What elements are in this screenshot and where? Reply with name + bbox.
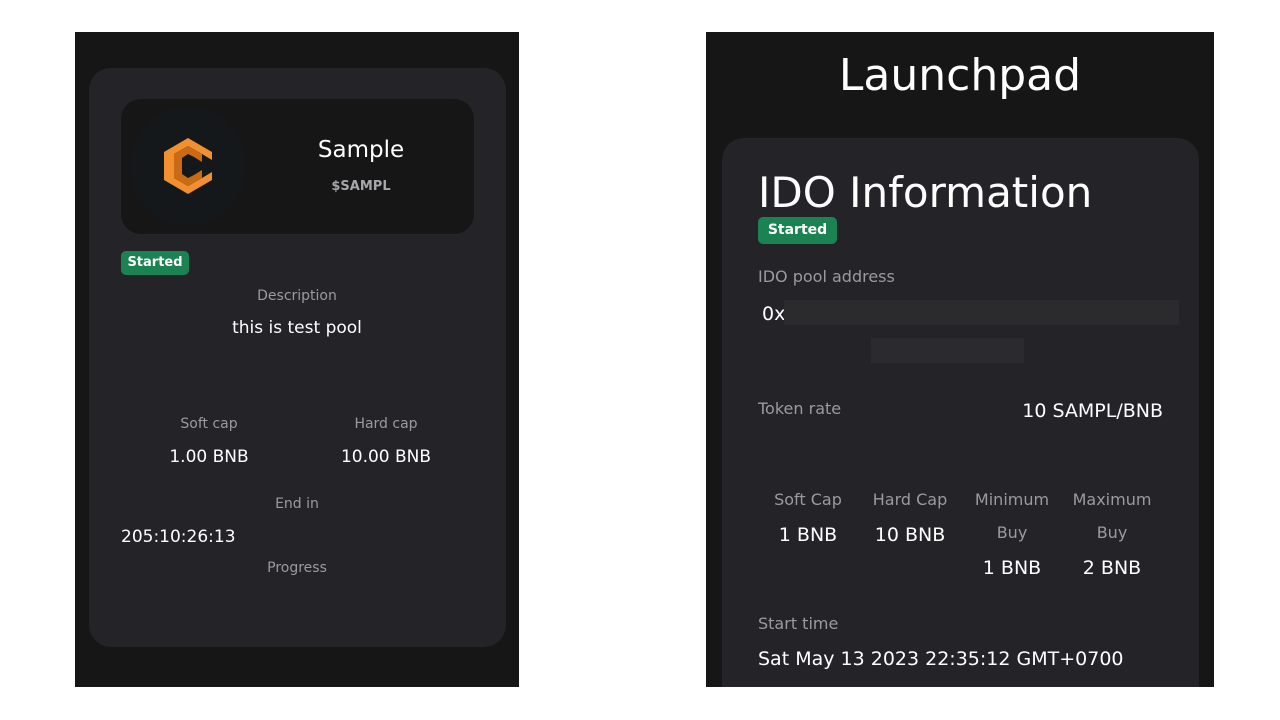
pool-address-redacted [784, 300, 1179, 325]
description-label: Description [257, 288, 337, 304]
hard-cap-value: 10 BNB [874, 524, 946, 546]
launchpad-panel: Launchpad IDO Information Started IDO po… [706, 32, 1214, 687]
ido-title: IDO Information [758, 168, 1093, 217]
description-text: this is test pool [232, 318, 362, 338]
pool-address-redacted-line2 [871, 338, 1024, 363]
end-in-label: End in [275, 496, 319, 512]
min-buy-label: Minimum [974, 490, 1050, 509]
ido-info-card: IDO Information Started IDO pool address… [722, 138, 1199, 687]
pool-address-label: IDO pool address [758, 267, 895, 286]
token-symbol: $SAMPL [331, 179, 391, 194]
hard-cap-label: Hard cap [354, 416, 418, 432]
progress-label: Progress [267, 560, 327, 576]
token-logo [129, 107, 247, 225]
hard-cap-label: Hard Cap [872, 490, 948, 509]
token-logo-icon [164, 138, 212, 194]
min-buy-label-line2: Buy [996, 523, 1028, 542]
soft-cap-value: 1 BNB [778, 524, 838, 546]
min-buy-value: 1 BNB [982, 557, 1042, 579]
pool-card[interactable]: Sample $SAMPL Started Description this i… [89, 68, 506, 647]
max-buy-label-line2: Buy [1096, 523, 1128, 542]
token-rate-label: Token rate [758, 399, 842, 418]
start-time-value: Sat May 13 2023 22:35:12 GMT+0700 [758, 648, 1124, 670]
start-time-label: Start time [758, 614, 839, 633]
soft-cap-label: Soft Cap [774, 490, 842, 509]
page-title: Launchpad [838, 50, 1082, 101]
pool-address-prefix[interactable]: 0x [762, 303, 785, 325]
token-rate-value: 10 SAMPL/BNB [1022, 400, 1163, 422]
soft-cap-value: 1.00 BNB [169, 447, 249, 467]
soft-cap-label: Soft cap [180, 416, 238, 432]
status-badge: Started [121, 251, 189, 275]
max-buy-label: Maximum [1072, 490, 1152, 509]
hard-cap-value: 10.00 BNB [340, 447, 432, 467]
status-badge: Started [758, 217, 837, 244]
max-buy-value: 2 BNB [1082, 557, 1142, 579]
token-header: Sample $SAMPL [121, 99, 474, 234]
token-name: Sample [317, 137, 405, 163]
end-in-countdown: 205:10:26:13 [121, 527, 236, 547]
pool-card-panel: Sample $SAMPL Started Description this i… [75, 32, 519, 687]
